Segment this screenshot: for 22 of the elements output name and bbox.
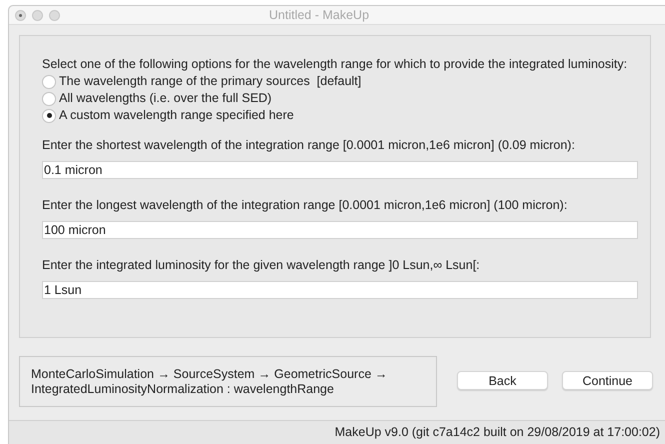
- field-label: Enter the shortest wavelength of the integration range [0.0001 micron,1e6 micron] (0.09 micron):: [42, 138, 576, 153]
- zoom-window-icon[interactable]: [49, 10, 60, 20]
- breadcrumb-text: IntegratedLuminosityNormalization : wavelengthRange: [31, 382, 335, 396]
- radio-button[interactable]: [42, 92, 56, 106]
- status-text: MakeUp v9.0 (git c7a14c2 built on 29/08/2019 at 17:00:02): [334, 424, 660, 442]
- window-title: Untitled - MakeUp: [269, 6, 370, 24]
- input-field[interactable]: 1 Lsun: [42, 281, 638, 299]
- input-field[interactable]: 100 micron: [42, 221, 638, 239]
- minimize-window-icon[interactable]: [32, 10, 43, 20]
- input-field[interactable]: 0.1 micron: [42, 161, 638, 179]
- breadcrumb-text: MonteCarloSimulation → SourceSystem → GeometricSource →: [31, 366, 388, 382]
- radio-option[interactable]: All wavelengths (i.e. over the full SED): [42, 90, 637, 107]
- radio-option[interactable]: A custom wavelength range specified here: [42, 107, 637, 124]
- nav-button[interactable]: Continue: [562, 370, 653, 390]
- field-label: Enter the longest wavelength of the integration range [0.0001 micron,1e6 micron] (100 micron):: [42, 198, 568, 213]
- question-text: Select one of the following options for the wavelength range for which to provide the integrated luminosity:: [42, 57, 628, 72]
- nav-button[interactable]: Back: [457, 370, 548, 390]
- close-window-icon[interactable]: [15, 10, 26, 20]
- radio-option[interactable]: The wavelength range of the primary sources [default]: [42, 73, 637, 90]
- field-label: Enter the integrated luminosity for the given wavelength range ]0 Lsun,∞ Lsun[:: [42, 258, 481, 273]
- radio-button[interactable]: [42, 74, 56, 88]
- radio-button[interactable]: [42, 108, 56, 122]
